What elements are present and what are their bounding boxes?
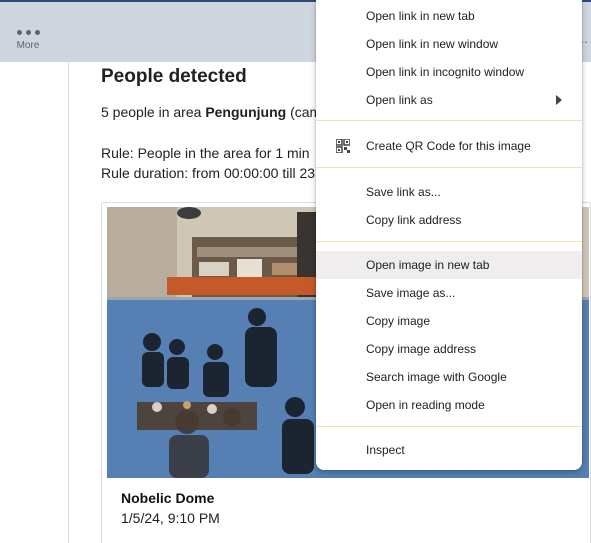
menu-open-link-incognito[interactable]: Open link in incognito window xyxy=(316,58,582,86)
menu-open-image-new-tab[interactable]: Open image in new tab xyxy=(316,251,582,279)
qr-code-icon xyxy=(336,139,350,153)
menu-copy-image[interactable]: Copy image xyxy=(316,307,582,335)
snapshot-timestamp: 1/5/24, 9:10 PM xyxy=(121,510,220,526)
more-button[interactable]: More xyxy=(8,24,48,58)
summary-area: Pengunjung xyxy=(205,104,287,120)
more-label: More xyxy=(16,40,40,51)
menu-copy-link-address[interactable]: Copy link address xyxy=(316,206,582,234)
menu-separator xyxy=(316,120,582,121)
summary-prefix: 5 people in area xyxy=(101,104,206,120)
menu-save-image-as[interactable]: Save image as... xyxy=(316,279,582,307)
context-menu: Open link in new tab Open link in new wi… xyxy=(316,0,582,470)
menu-save-link-as[interactable]: Save link as... xyxy=(316,178,582,206)
more-dots-icon xyxy=(8,30,48,35)
menu-open-link-as-label: Open link as xyxy=(366,93,433,107)
camera-name: Nobelic Dome xyxy=(121,490,215,506)
submenu-arrow-icon xyxy=(556,95,562,105)
menu-open-link-new-window[interactable]: Open link in new window xyxy=(316,30,582,58)
menu-create-qr-code-label: Create QR Code for this image xyxy=(366,139,531,153)
menu-separator xyxy=(316,241,582,242)
email-heading: People detected xyxy=(101,66,247,87)
menu-create-qr-code[interactable]: Create QR Code for this image xyxy=(316,132,582,160)
left-column-divider xyxy=(68,62,69,543)
menu-search-image-google[interactable]: Search image with Google xyxy=(316,363,582,391)
detection-summary: 5 people in area Pengunjung (cam xyxy=(101,104,321,120)
menu-open-link-new-tab[interactable]: Open link in new tab xyxy=(316,2,582,30)
menu-separator xyxy=(316,167,582,168)
rule-text: Rule: People in the area for 1 min xyxy=(101,145,310,161)
menu-copy-image-address[interactable]: Copy image address xyxy=(316,335,582,363)
menu-separator xyxy=(316,426,582,427)
menu-inspect[interactable]: Inspect xyxy=(316,436,582,464)
menu-open-reading-mode[interactable]: Open in reading mode xyxy=(316,391,582,419)
menu-open-link-as[interactable]: Open link as xyxy=(316,86,582,114)
rule-duration-text: Rule duration: from 00:00:00 till 23 xyxy=(101,165,316,181)
